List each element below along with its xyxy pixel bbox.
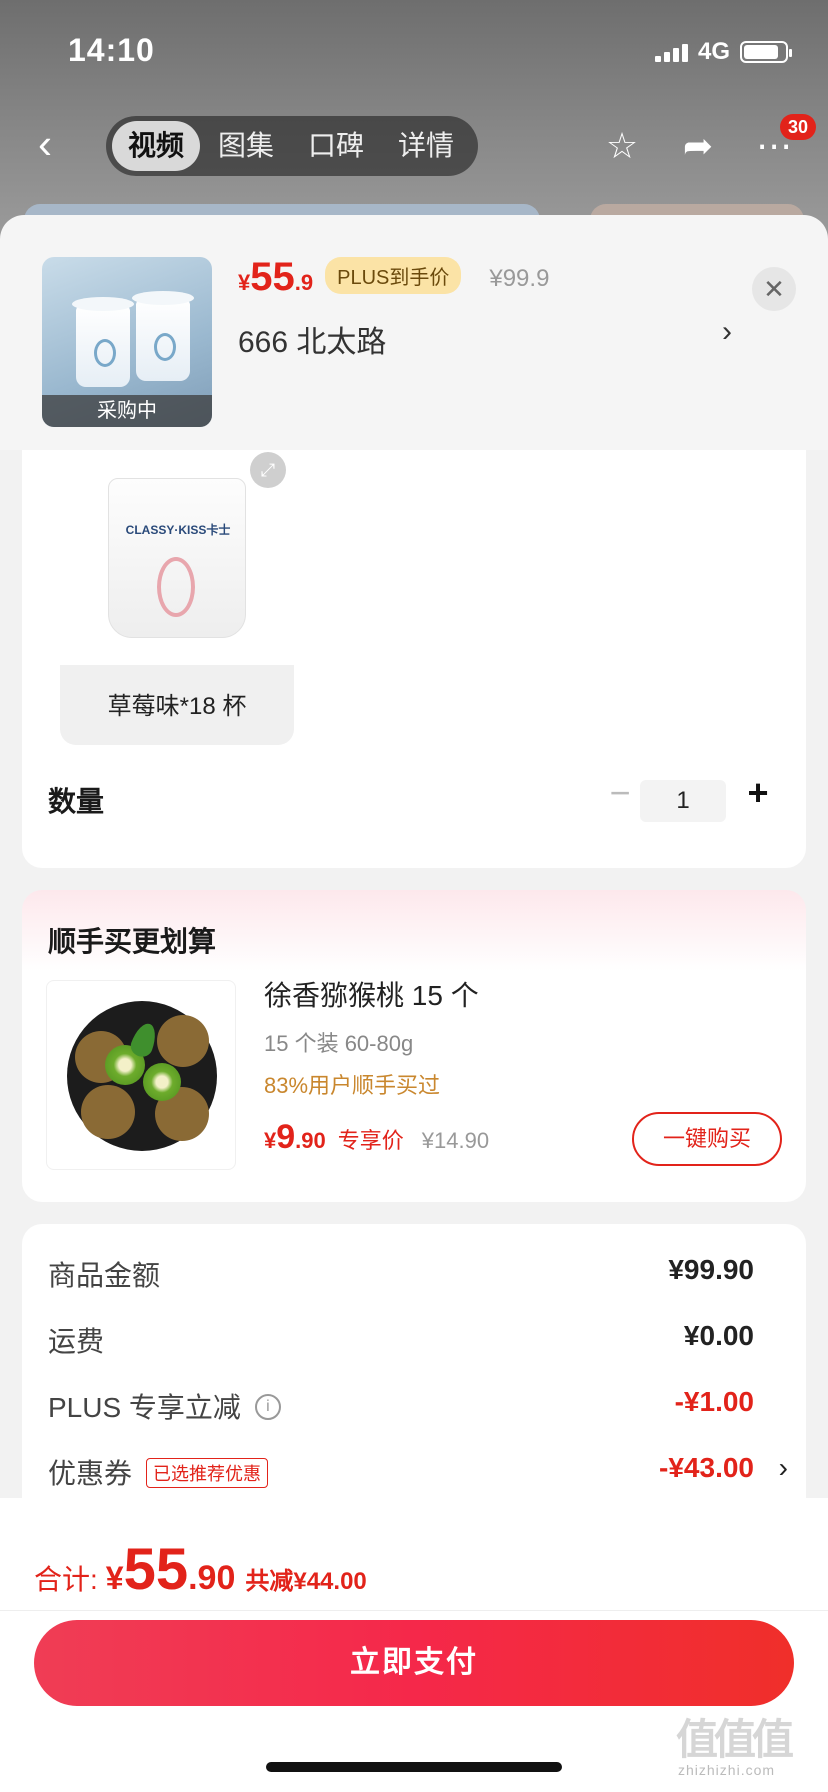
summary-label-text: 优惠券 <box>48 1458 133 1489</box>
addon-purchase-rate: 83%用户顺手买过 <box>264 1073 441 1098</box>
delivery-address[interactable]: 666 北太路 <box>238 317 386 361</box>
quantity-input[interactable]: 1 <box>640 780 726 822</box>
currency-symbol: ¥ <box>238 270 251 295</box>
price-summary-card: 商品金额 ¥99.90 运费 ¥0.00 PLUS 专享立减 i -¥1.00 优… <box>22 1224 806 1514</box>
variant-option[interactable]: CLASSY·KISS卡士 ⤢ 草莓味*18 杯 <box>60 450 294 745</box>
kiwi-plate <box>67 1001 217 1151</box>
total-label: 合计: <box>34 1564 98 1595</box>
share-icon[interactable]: ➦ <box>676 124 720 168</box>
price-decimal: .9 <box>294 270 314 295</box>
addon-price-decimal: .90 <box>295 1128 326 1153</box>
currency-symbol: ¥ <box>105 1560 124 1596</box>
thumbnail-label: 采购中 <box>42 395 212 427</box>
signal-icon <box>654 42 688 62</box>
summary-value: -¥43.00 <box>659 1452 754 1483</box>
summary-label: 运费 <box>48 1326 105 1357</box>
chevron-right-icon[interactable]: › <box>722 315 732 349</box>
variant-image: CLASSY·KISS卡士 ⤢ <box>60 450 294 665</box>
kiwi-fruit <box>157 1015 209 1067</box>
plus-price-tag: PLUS到手价 <box>325 257 462 294</box>
tab-video[interactable]: 视频 <box>112 121 201 171</box>
summary-label: PLUS 专享立减 i <box>48 1386 281 1426</box>
product-cup-image <box>72 297 134 387</box>
close-icon[interactable]: ✕ <box>752 267 796 311</box>
watermark: 值值值 <box>676 1716 794 1763</box>
checkout-bar: 合计: ¥ 55 .90 共减¥44.00 立即支付 值值值 zhizhizhi… <box>0 1498 828 1792</box>
info-icon[interactable]: i <box>254 1393 281 1420</box>
pay-now-button[interactable]: 立即支付 <box>34 1620 794 1706</box>
summary-label-text: PLUS 专享立减 <box>48 1392 241 1423</box>
addon-price-integer: 9 <box>276 1118 296 1156</box>
message-badge: 30 <box>780 114 817 140</box>
network-type: 4G <box>697 38 730 65</box>
addon-original-price: ¥14.90 <box>421 1128 490 1153</box>
one-click-buy-button[interactable]: 一键购买 <box>632 1112 782 1166</box>
product-thumbnail[interactable]: 采购中 <box>42 257 212 427</box>
home-indicator[interactable] <box>266 1762 562 1772</box>
star-icon[interactable]: ☆ <box>600 124 644 168</box>
media-tabs: 视频 图集 口碑 详情 <box>106 116 479 176</box>
status-time: 14:10 <box>68 32 155 68</box>
addon-price: ¥ 9 .90 专享价 ¥14.90 <box>264 1118 489 1157</box>
quantity-label: 数量 <box>48 786 105 817</box>
back-icon[interactable]: ‹ <box>38 123 78 165</box>
spec-card: CLASSY·KISS卡士 ⤢ 草莓味*18 杯 数量 − 1 + <box>22 450 806 868</box>
total-price: 合计: ¥ 55 .90 共减¥44.00 <box>34 1536 367 1603</box>
currency-symbol: ¥ <box>264 1128 277 1153</box>
quantity-increase-button[interactable]: + <box>738 772 778 814</box>
price-integer: 55 <box>250 255 295 299</box>
addon-product-image[interactable] <box>46 980 236 1170</box>
addon-spec: 15 个装 60-80g <box>264 1031 414 1056</box>
divider <box>0 1610 828 1611</box>
cup-brand-logo: CLASSY·KISS卡士 <box>125 523 231 537</box>
kiwi-fruit <box>81 1085 135 1139</box>
addon-card: 顺手买更划算 徐香猕猴桃 15 个 15 个装 60-80g 83%用户顺手买过… <box>22 890 806 1202</box>
total-saved: 共减¥44.00 <box>245 1568 367 1595</box>
summary-value: -¥1.00 <box>674 1386 754 1417</box>
summary-value: ¥99.90 <box>668 1254 754 1285</box>
order-sheet-header: 采购中 ¥ 55 .9 PLUS到手价 ¥99.9 666 北太路 › ✕ <box>0 215 828 450</box>
quantity-decrease-button[interactable]: − <box>600 772 640 814</box>
cup-zero-mark <box>157 557 195 617</box>
tab-reviews[interactable]: 口碑 <box>292 121 380 171</box>
top-nav-bar: ‹ 视频 图集 口碑 详情 ☆ ➦ ⋯ 30 <box>0 110 828 180</box>
total-decimal: .90 <box>188 1559 236 1597</box>
summary-row-shipping: 运费 ¥0.00 <box>48 1320 788 1360</box>
yogurt-cup-image: CLASSY·KISS卡士 <box>108 478 246 638</box>
addon-title: 顺手买更划算 <box>48 926 217 957</box>
kiwi-half <box>143 1063 181 1101</box>
status-bar: 14:10 4G <box>0 0 828 100</box>
product-cup-image <box>132 291 194 381</box>
summary-value: ¥0.00 <box>683 1320 754 1351</box>
product-price: ¥ 55 .9 PLUS到手价 ¥99.9 <box>238 255 549 300</box>
tab-gallery[interactable]: 图集 <box>202 121 290 171</box>
summary-label: 商品金额 <box>48 1260 161 1291</box>
summary-row-coupon[interactable]: 优惠券 已选推荐优惠 -¥43.00 › <box>48 1452 788 1492</box>
summary-row-plus-discount: PLUS 专享立减 i -¥1.00 <box>48 1386 788 1426</box>
summary-label: 优惠券 已选推荐优惠 <box>48 1452 269 1492</box>
chevron-right-icon[interactable]: › <box>779 1452 788 1484</box>
original-price: ¥99.9 <box>489 265 550 292</box>
battery-icon <box>740 41 792 63</box>
summary-row-goods: 商品金额 ¥99.90 <box>48 1254 788 1294</box>
addon-price-tag: 专享价 <box>337 1128 404 1153</box>
coupon-tag: 已选推荐优惠 <box>146 1457 269 1488</box>
variant-name: 草莓味*18 杯 <box>107 693 247 720</box>
addon-name[interactable]: 徐香猕猴桃 15 个 <box>264 974 479 1014</box>
total-integer: 55 <box>123 1537 189 1602</box>
tab-details[interactable]: 详情 <box>382 121 470 171</box>
watermark-url: zhizhizhi.com <box>678 1762 776 1778</box>
expand-icon[interactable]: ⤢ <box>250 452 286 488</box>
